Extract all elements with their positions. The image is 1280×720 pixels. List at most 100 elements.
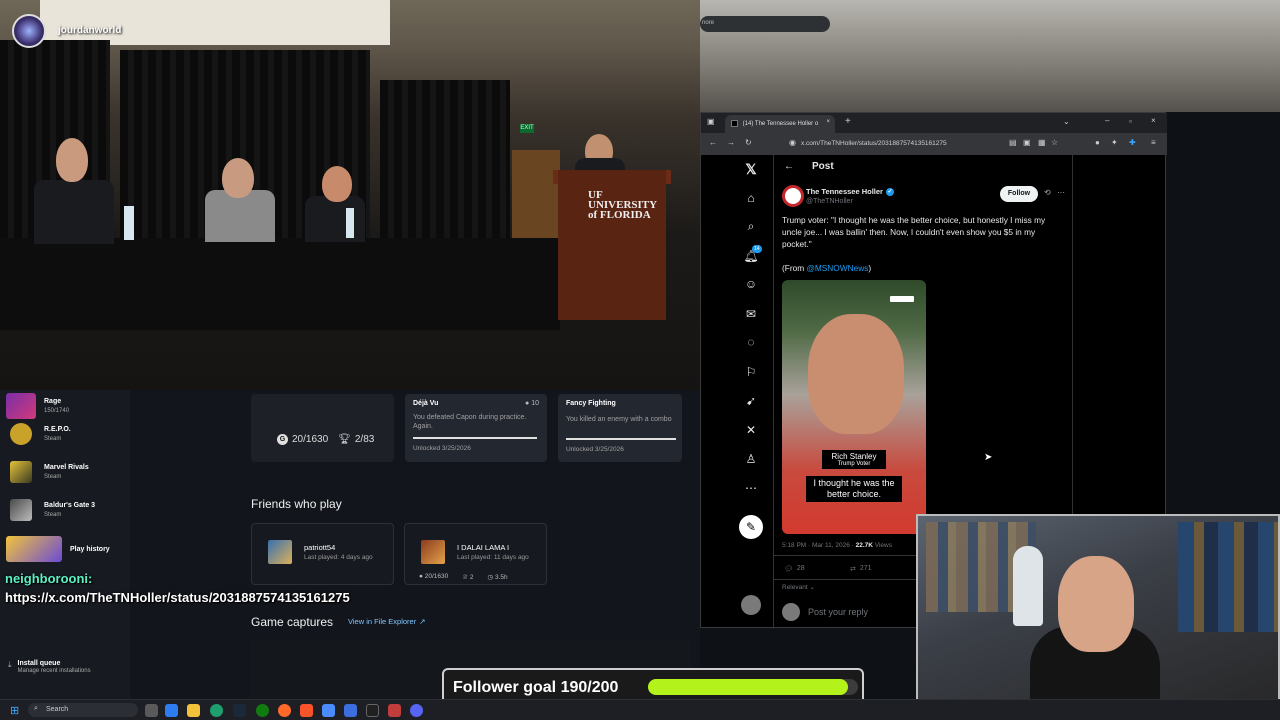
achievement-card[interactable]: Fancy Fighting You killed an enemy with … <box>558 394 682 462</box>
game-thumbnail <box>10 461 32 483</box>
menu-icon[interactable]: ≡ <box>1151 138 1156 147</box>
minimize-icon[interactable]: – <box>1105 116 1109 125</box>
app-icon[interactable] <box>388 704 401 717</box>
reload-icon[interactable]: ↻ <box>745 138 752 147</box>
notifications-icon[interactable]: 🔔︎ 14 <box>741 245 762 263</box>
desktop-search-bar[interactable]: nore <box>700 16 830 32</box>
game-thumbnail <box>6 393 36 419</box>
back-arrow-icon[interactable]: ← <box>784 161 794 172</box>
cast-icon[interactable]: ▦ <box>1038 138 1046 147</box>
maximize-icon[interactable]: ▫ <box>1129 117 1132 126</box>
file-explorer-icon[interactable] <box>187 704 200 717</box>
browser-tab[interactable]: (14) The Tennessee Holler o × <box>725 115 835 133</box>
game-sub: Steam <box>44 474 62 480</box>
channel-name: jourdanworld <box>58 25 122 36</box>
podium: UF UNIVERSITY of FLORIDA <box>558 170 666 320</box>
profile-nav-icon[interactable]: ♙ <box>741 452 761 466</box>
sort-replies-dropdown[interactable]: Relevant ⌄ <box>782 583 815 591</box>
podium-logo: UF UNIVERSITY of FLORIDA <box>588 189 657 221</box>
game-name: Rage <box>44 398 62 405</box>
post-header: Post <box>812 161 834 172</box>
profile-icon[interactable]: ● <box>1095 138 1100 147</box>
game-name: Baldur's Gate 3 <box>44 502 96 509</box>
trophy-icon: 🏆︎ <box>338 434 351 445</box>
achievement-card[interactable]: Déjà Vu ● 10 You defeated Capon during p… <box>405 394 547 462</box>
repost-action[interactable]: ⇄ 271 <box>850 565 872 573</box>
source-handle-link[interactable]: @MSNOWNews <box>806 263 868 273</box>
post-timestamp: 5:18 PM · Mar 11, 2026 · <box>782 542 856 549</box>
brave-icon[interactable] <box>300 704 313 717</box>
source-suffix: ) <box>868 263 872 273</box>
author-avatar[interactable] <box>782 185 804 207</box>
library-item-baldurs-gate[interactable]: Baldur's Gate 3 Steam <box>6 494 126 526</box>
library-item-repo[interactable]: R.E.P.O. Steam <box>6 418 126 450</box>
close-window-icon[interactable]: × <box>1151 116 1156 125</box>
copilot-icon[interactable] <box>165 704 178 717</box>
post-text: Trump voter: "I thought he was the bette… <box>782 215 1046 249</box>
reply-count: 28 <box>796 565 805 572</box>
forward-icon[interactable]: → <box>727 138 735 147</box>
home-icon[interactable]: ⌂ <box>741 191 761 205</box>
trophy-icon: ♕ <box>462 574 469 581</box>
play-history-button[interactable]: Play history <box>6 533 126 565</box>
extension-icon[interactable]: ✚ <box>1129 138 1136 147</box>
discord-icon[interactable] <box>410 704 423 717</box>
install-queue-button[interactable]: ⤓ Install queue Manage recent installati… <box>8 660 91 674</box>
screenshot-icon[interactable]: ▣ <box>1023 138 1031 147</box>
task-view-icon[interactable] <box>145 704 158 717</box>
back-icon[interactable]: ← <box>709 138 717 147</box>
achievement-desc: You killed an enemy with a combo <box>566 416 672 423</box>
post-more-icon[interactable]: ⋯ <box>1057 188 1065 197</box>
close-tab-icon[interactable]: × <box>826 119 830 125</box>
obs-icon[interactable] <box>366 704 379 717</box>
messages-icon[interactable]: ✉ <box>741 307 761 321</box>
reply-input[interactable]: Post your reply <box>808 607 868 617</box>
follow-button[interactable]: Follow <box>1000 186 1038 202</box>
post-video[interactable]: Rich Stanley Trump Voter I thought he wa… <box>782 280 926 534</box>
url-field[interactable]: x.com/TheTNHoller/status/203188757413516… <box>801 137 1011 151</box>
app-icon[interactable] <box>344 704 357 717</box>
exit-sign: EXIT <box>520 124 534 133</box>
edge-icon[interactable] <box>210 704 223 717</box>
game-thumbnail <box>10 423 32 445</box>
premium-icon[interactable]: ➹ <box>741 394 761 408</box>
taskbar-search[interactable]: ⌕ Search <box>28 703 138 717</box>
site-info-icon[interactable]: ◉ <box>789 138 796 147</box>
author-name-row[interactable]: The Tennessee Holler ✓ <box>806 187 894 196</box>
x-logo-icon[interactable]: 𝕏 <box>741 161 761 178</box>
reader-icon[interactable]: ▤ <box>1009 138 1017 147</box>
game-sub: Steam <box>44 436 62 442</box>
bookmark-star-icon[interactable]: ☆ <box>1051 138 1058 147</box>
friend-card[interactable]: I DALAI LAMA I Last played: 11 days ago … <box>404 523 547 585</box>
extensions-icon[interactable]: ✦ <box>1111 138 1118 147</box>
library-item-marvel-rivals[interactable]: Marvel Rivals Steam <box>6 456 126 488</box>
stream-video-feed: EXIT UF UNIVERSITY of FLORIDA <box>0 0 700 390</box>
lower-third-name: Rich Stanley <box>831 452 877 461</box>
compose-post-icon[interactable]: ✎ <box>739 515 763 539</box>
xbox-icon[interactable] <box>256 704 269 717</box>
tab-list-icon[interactable]: ⌄ <box>1063 117 1070 126</box>
bookmarks-icon[interactable]: ⚐ <box>741 365 761 379</box>
friend-name: I DALAI LAMA I <box>457 543 510 552</box>
reply-action[interactable]: 💬︎ 28 <box>784 565 805 573</box>
app-icon[interactable] <box>322 704 335 717</box>
friends-who-play-title: Friends who play <box>251 497 342 511</box>
explore-search-icon[interactable]: ⌕ <box>741 219 761 234</box>
steam-icon[interactable] <box>233 704 246 717</box>
more-icon[interactable]: ⋯ <box>741 481 761 495</box>
grok-icon[interactable]: ◌ <box>741 335 761 349</box>
reply-avatar <box>782 603 800 621</box>
tab-actions-icon[interactable]: ▣ <box>707 117 715 126</box>
panel-table <box>0 238 560 330</box>
account-avatar[interactable] <box>741 595 761 615</box>
xbox-library-sidebar: Rage 150/1740 R.E.P.O. Steam Marvel Riva… <box>0 390 130 700</box>
view-in-file-explorer-link[interactable]: View in File Explorer ↗ <box>348 617 426 626</box>
new-tab-icon[interactable]: + <box>845 116 851 127</box>
firefox-icon[interactable] <box>278 704 291 717</box>
x-premium-icon[interactable]: ✕ <box>741 423 761 437</box>
x-favicon-icon <box>731 120 738 127</box>
achievement-progress <box>413 437 537 439</box>
grok-explain-icon[interactable]: ⟲ <box>1044 188 1051 197</box>
windows-start-icon[interactable]: ⊞ <box>10 704 23 717</box>
follow-icon[interactable]: ☺ <box>741 277 761 291</box>
